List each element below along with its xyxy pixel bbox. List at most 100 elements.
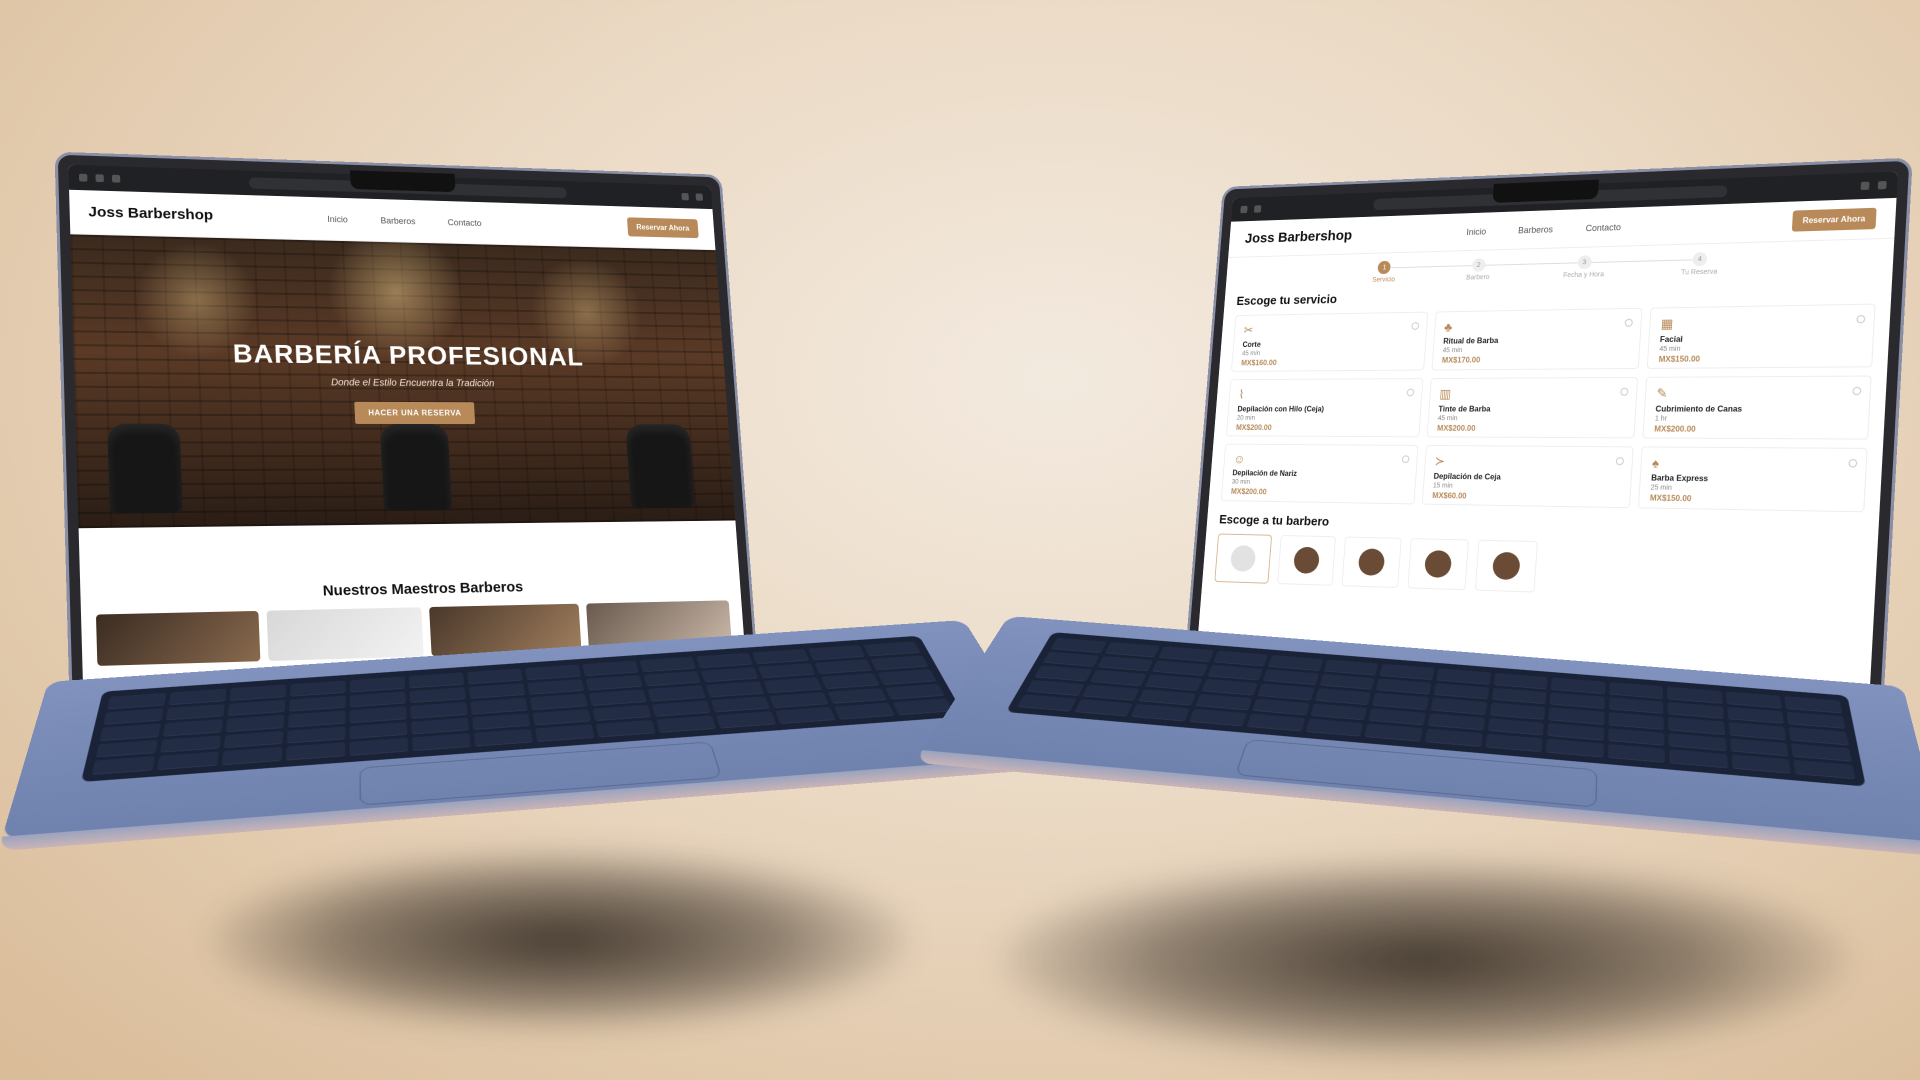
keyboard-key[interactable]	[95, 739, 158, 758]
share-icon[interactable]	[1860, 181, 1870, 191]
keyboard-key[interactable]	[696, 652, 753, 668]
keyboard-key[interactable]	[1310, 703, 1368, 721]
keyboard-key[interactable]	[1151, 660, 1209, 676]
keyboard-key[interactable]	[1729, 738, 1789, 757]
keyboard-key[interactable]	[411, 733, 471, 752]
barber-photo[interactable]	[95, 610, 260, 666]
back-icon[interactable]	[95, 174, 104, 183]
keyboard-key[interactable]	[349, 706, 407, 724]
keyboard-key[interactable]	[1607, 744, 1666, 763]
keyboard-key[interactable]	[107, 692, 167, 710]
reserve-now-button[interactable]: Reservar Ahora	[626, 217, 699, 239]
back-icon[interactable]	[1253, 205, 1262, 213]
keyboard-key[interactable]	[1728, 722, 1787, 740]
service-card[interactable]: ☺ Depilación de Nariz 30 min MX$200.00	[1220, 443, 1419, 505]
keyboard-key[interactable]	[1667, 686, 1723, 704]
reserve-now-button[interactable]: Reservar Ahora	[1791, 207, 1877, 232]
keyboard-key[interactable]	[1668, 717, 1726, 735]
keyboard-key[interactable]	[863, 641, 921, 657]
keyboard-key[interactable]	[1042, 651, 1100, 667]
keyboard-key[interactable]	[285, 742, 346, 761]
keyboard-key[interactable]	[1549, 692, 1605, 710]
keyboard-key[interactable]	[1608, 682, 1664, 699]
sidebar-icon[interactable]	[1240, 205, 1248, 214]
keyboard-key[interactable]	[1305, 718, 1364, 737]
keyboard-key[interactable]	[1372, 692, 1429, 710]
keyboard-key[interactable]	[834, 702, 895, 720]
tabs-icon[interactable]	[695, 193, 704, 201]
keyboard-key[interactable]	[1791, 743, 1852, 762]
keyboard-key[interactable]	[877, 669, 937, 685]
keyboard-key[interactable]	[1424, 728, 1483, 747]
keyboard-key[interactable]	[1364, 723, 1423, 742]
keyboard-key[interactable]	[103, 707, 164, 725]
keyboard-key[interactable]	[1017, 694, 1077, 712]
keyboard-key[interactable]	[408, 672, 465, 689]
keyboard-key[interactable]	[647, 685, 706, 702]
barber-photo[interactable]	[266, 607, 424, 661]
keyboard-key[interactable]	[1548, 707, 1605, 725]
keyboard-key[interactable]	[229, 684, 287, 701]
keyboard-key[interactable]	[349, 676, 406, 693]
keyboard-key[interactable]	[585, 674, 643, 691]
keyboard-key[interactable]	[1669, 749, 1728, 769]
keyboard-key[interactable]	[700, 666, 759, 683]
keyboard-key[interactable]	[467, 668, 523, 684]
keyboard-key[interactable]	[471, 713, 531, 731]
keyboard-key[interactable]	[1547, 723, 1604, 741]
keyboard-key[interactable]	[1485, 733, 1543, 753]
keyboard-key[interactable]	[1246, 713, 1306, 732]
keyboard-key[interactable]	[1145, 674, 1203, 691]
keyboard-key[interactable]	[775, 707, 836, 724]
keyboard-key[interactable]	[807, 645, 866, 660]
keyboard-key[interactable]	[468, 682, 526, 699]
keyboard-key[interactable]	[1138, 689, 1196, 706]
keyboard-key[interactable]	[1376, 678, 1432, 695]
keyboard-key[interactable]	[1368, 708, 1426, 726]
keyboard-key[interactable]	[592, 704, 652, 722]
keyboard-key[interactable]	[157, 751, 219, 771]
keyboard-key[interactable]	[1731, 754, 1792, 774]
keyboard-key[interactable]	[91, 756, 155, 775]
keyboard-key[interactable]	[1608, 712, 1665, 730]
keyboard-key[interactable]	[1667, 701, 1724, 719]
keyboard-key[interactable]	[1427, 713, 1485, 731]
nav-link-contacto[interactable]: Contacto	[1585, 222, 1621, 233]
keyboard-key[interactable]	[1207, 664, 1264, 681]
keyboard-key[interactable]	[410, 702, 468, 719]
keyboard-key[interactable]	[1188, 708, 1248, 727]
keyboard-key[interactable]	[752, 648, 810, 664]
keyboard-key[interactable]	[470, 697, 528, 715]
keyboard-key[interactable]	[1487, 718, 1545, 736]
keyboard-key[interactable]	[1491, 687, 1547, 705]
keyboard-key[interactable]	[289, 680, 346, 697]
keyboard-key[interactable]	[757, 662, 816, 679]
nav-link-barberos[interactable]: Barberos	[380, 215, 415, 225]
step-barber[interactable]: 2 Barbero	[1466, 258, 1491, 281]
keyboard-key[interactable]	[221, 747, 283, 766]
keyboard-key[interactable]	[639, 656, 696, 672]
keyboard-key[interactable]	[288, 695, 346, 712]
keyboard-key[interactable]	[1430, 697, 1487, 715]
service-card[interactable]: ♠ Barba Express 25 min MX$150.00	[1638, 446, 1868, 513]
keyboard-key[interactable]	[168, 688, 227, 705]
keyboard-key[interactable]	[535, 724, 595, 742]
keyboard-key[interactable]	[1104, 641, 1160, 658]
service-card[interactable]: ✂ Corte 45 min MX$160.00	[1231, 311, 1428, 372]
keyboard-key[interactable]	[1493, 672, 1548, 690]
keyboard-key[interactable]	[870, 655, 929, 671]
step-your-reservation[interactable]: 4 Tu Reserva	[1681, 252, 1719, 276]
keyboard-key[interactable]	[1268, 654, 1324, 671]
keyboard-key[interactable]	[287, 710, 346, 728]
keyboard-key[interactable]	[1489, 702, 1546, 720]
keyboard-key[interactable]	[1433, 682, 1489, 700]
keyboard-key[interactable]	[162, 719, 223, 737]
keyboard-key[interactable]	[820, 673, 880, 689]
keyboard-key[interactable]	[225, 714, 285, 732]
keyboard-key[interactable]	[1213, 650, 1269, 667]
nav-link-inicio[interactable]: Inicio	[1466, 226, 1486, 236]
barber-card-any-barber[interactable]	[1214, 533, 1273, 584]
keyboard-key[interactable]	[710, 696, 771, 713]
brand-logo[interactable]: Joss Barbershop	[1244, 228, 1352, 247]
keyboard-key[interactable]	[884, 683, 945, 700]
